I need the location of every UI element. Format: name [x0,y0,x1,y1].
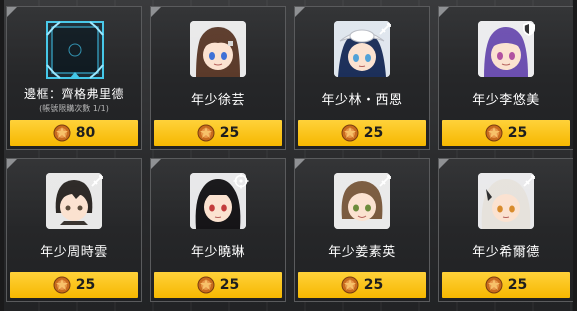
item-name: 年少林・西恩 [321,93,403,108]
shield-icon [523,22,535,36]
shop-item-young-li-yu-mei[interactable]: 年少李悠美 25 [438,6,574,150]
coin-icon [341,276,359,294]
shop-item-young-zhou-shi-yun[interactable]: 年少周時雲 25 [6,158,142,302]
price-value: 25 [507,277,528,293]
item-name: 年少曉琳 [190,245,245,260]
coin-icon [341,124,359,142]
price-button[interactable]: 25 [154,272,282,298]
price-value: 25 [219,277,240,293]
shop-item-young-xiao-lin[interactable]: 年少曉琳 25 [150,158,286,302]
price-value: 80 [75,125,96,141]
price-button[interactable]: 25 [154,120,282,146]
price-button[interactable]: 25 [10,272,138,298]
swords-icon [379,175,391,187]
coin-icon [197,124,215,142]
price-value: 25 [363,277,384,293]
price-value: 25 [507,125,528,141]
item-name: 邊框：齊格弗里德 [23,87,124,101]
right-edge [573,0,577,311]
coin-icon [485,276,503,294]
item-name: 年少李悠美 [472,93,540,108]
swords-icon [379,23,391,35]
shop-item-frame-siegfried[interactable]: 邊框：齊格弗里德 (帳號限購次數 1/1) 80 [6,6,142,150]
price-value: 25 [219,125,240,141]
price-button[interactable]: 25 [298,272,426,298]
purchase-limit-note: (帳號限購次數 1/1) [39,104,109,113]
shop-item-young-lin-sean[interactable]: 年少林・西恩 25 [294,6,430,150]
price-value: 25 [363,125,384,141]
coin-icon [197,276,215,294]
crosshair-icon [233,173,249,189]
item-name: 年少希爾德 [472,245,540,260]
item-name: 年少徐芸 [190,93,245,108]
shop-item-young-hilde[interactable]: 年少希爾德 25 [438,158,574,302]
swords-icon [523,175,535,187]
item-name: 年少周時雲 [40,245,108,260]
coin-icon [53,276,71,294]
left-edge [0,0,4,311]
coin-icon [53,124,71,142]
profile-frame-icon [46,21,104,79]
price-button[interactable]: 80 [10,120,138,146]
price-button[interactable]: 25 [442,272,570,298]
coin-icon [485,124,503,142]
price-button[interactable]: 25 [442,120,570,146]
character-portrait [190,21,246,77]
shop-item-young-xu-yun[interactable]: 年少徐芸 25 [150,6,286,150]
price-value: 25 [75,277,96,293]
shop-grid: 邊框：齊格弗里德 (帳號限購次數 1/1) 80 年少徐芸 25 年少林・西恩 … [6,6,574,302]
shop-item-young-jiang-su-ying[interactable]: 年少姜素英 25 [294,158,430,302]
swords-icon [91,175,103,187]
price-button[interactable]: 25 [298,120,426,146]
item-name: 年少姜素英 [328,245,396,260]
